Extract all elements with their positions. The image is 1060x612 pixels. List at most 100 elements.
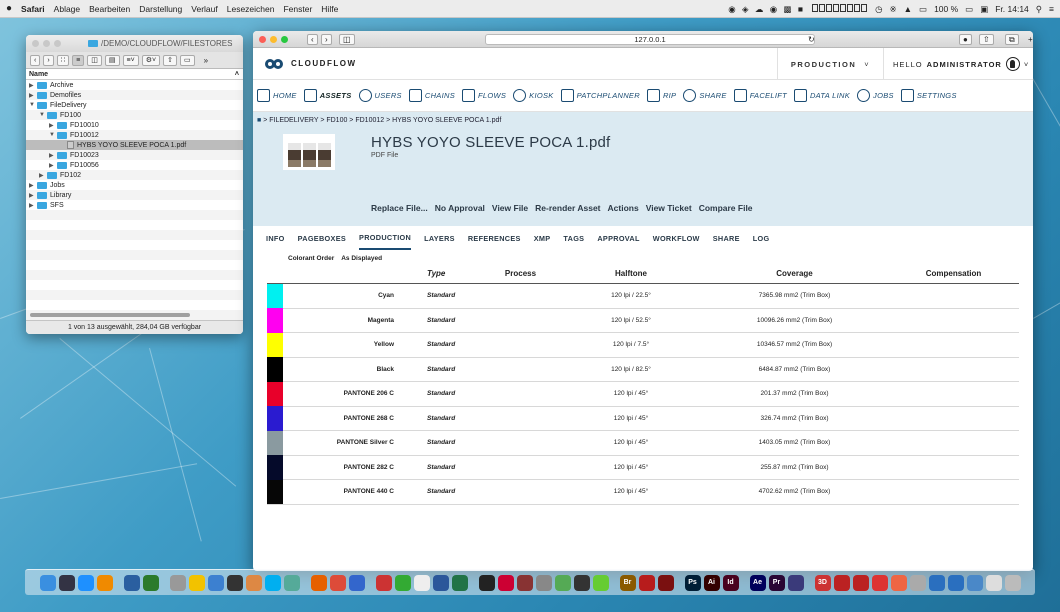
nav-home[interactable]: HOME [257,89,297,102]
forward-button[interactable]: › [321,34,332,45]
menu-safari[interactable]: Safari [21,4,45,14]
list-item[interactable]: ▶ FD10010 [26,120,243,130]
tag-button[interactable]: ▭ [179,54,195,66]
menu-ablage[interactable]: Ablage [54,4,80,14]
word-app[interactable] [432,574,449,591]
airplay-icon[interactable]: ▭ [919,4,927,15]
wifi-icon[interactable]: ▲ [904,4,912,14]
column-view-button[interactable]: ◫ [87,54,102,66]
action-actions[interactable]: Actions [608,203,639,213]
network-app[interactable] [123,574,140,591]
battery-icon[interactable]: ▭ [965,4,973,15]
list-item[interactable]: ▼ FD10012 [26,130,243,140]
premiere-app[interactable]: Pr [768,574,785,591]
globe-app[interactable] [573,574,590,591]
arrange-button[interactable]: ≡˅ [122,54,139,66]
gallery-view-button[interactable]: ▤ [104,54,120,66]
share-button[interactable]: ⇧ [979,34,994,45]
nav-share[interactable]: SHARE [683,89,726,102]
disclosure-closed-icon[interactable]: ▶ [29,182,37,189]
disclosure-open-icon[interactable]: ▼ [39,112,47,118]
skype-app[interactable] [264,574,281,591]
icon-view-button[interactable]: ∷ [56,54,70,66]
disclosure-closed-icon[interactable]: ▶ [49,152,57,159]
pdf-app[interactable] [871,574,888,591]
cloudflow-logo[interactable]: CLOUDFLOW [265,57,357,71]
minimize-button[interactable] [43,40,50,47]
list-view-button[interactable]: ≡ [72,54,85,66]
menu-darstellung[interactable]: Darstellung [139,4,182,14]
table-row[interactable]: PANTONE 206 C Standard 120 lpi / 45° 201.37… [267,381,1019,407]
nav-rip[interactable]: RIP [646,89,676,102]
finder-app[interactable] [39,574,56,591]
disclosure-closed-icon[interactable]: ▶ [29,82,37,89]
list-item[interactable]: ▼ FileDelivery [26,100,243,110]
media-app[interactable] [787,574,804,591]
preview-app[interactable] [966,574,983,591]
remote-app[interactable] [207,574,224,591]
breadcrumb[interactable]: ■ > FILEDELIVERY > FD100 > FD10012 > HYB… [257,117,501,124]
cycle-app[interactable] [226,574,243,591]
firefox-app[interactable] [310,574,327,591]
battery-level[interactable]: 100 % [934,4,958,14]
tab-log[interactable]: LOG [753,226,770,250]
notes-app[interactable] [413,574,430,591]
user-menu[interactable]: HELLO ADMINISTRATOR ˅ [893,48,1029,80]
disclosure-open-icon[interactable]: ▼ [29,102,37,108]
horizontal-scrollbar[interactable] [30,313,190,317]
name-column-header[interactable]: Name ˄ [26,69,243,80]
table-row[interactable]: PANTONE 268 C Standard 120 lpi / 45° 326.74… [267,406,1019,431]
colorant-order-label[interactable]: Colorant Order [288,255,334,262]
avatar[interactable] [1005,57,1020,71]
tabs-button[interactable]: ⧉ [1005,34,1019,45]
filemaker-app[interactable] [375,574,392,591]
nav-kiosk[interactable]: KIOSK [513,89,553,102]
list-item[interactable]: ▶ FD102 [26,170,243,180]
list-item[interactable]: ▶ Jobs [26,180,243,190]
menu-bearbeiten[interactable]: Bearbeiten [89,4,130,14]
table-row[interactable]: PANTONE 440 C Standard 120 lpi / 45° 4702.6… [267,479,1019,505]
docs-app[interactable] [985,574,1002,591]
nav-assets[interactable]: ASSETS [303,89,352,102]
game-app[interactable] [245,574,262,591]
menu-verlauf[interactable]: Verlauf [191,4,217,14]
nav-users[interactable]: USERS [358,89,402,102]
header-process[interactable]: Process [480,269,561,278]
menu-lesezeichen[interactable]: Lesezeichen [227,4,275,14]
zoom-button[interactable] [281,36,288,43]
cf1-app[interactable] [928,574,945,591]
table-row[interactable]: Black Standard 120 lpi / 82.5° 6484.87 mm2 … [267,357,1019,382]
safari-app[interactable] [77,574,94,591]
header-compensation[interactable]: Compensation [888,269,1019,278]
apple-menu-icon[interactable]: ● [6,3,12,14]
acrobat2-app[interactable] [657,574,674,591]
as-displayed-option[interactable]: As Displayed [341,255,382,262]
tab-info[interactable]: INFO [266,226,285,250]
table-row[interactable]: PANTONE 282 C Standard 120 lpi / 45° 255.87… [267,455,1019,480]
notification-center-icon[interactable]: ≡ [1049,4,1054,14]
menu-fenster[interactable]: Fenster [283,4,312,14]
tools-app[interactable] [535,574,552,591]
list-item[interactable]: ▶ Demofiles [26,90,243,100]
header-type[interactable]: Type [396,269,480,278]
list-item[interactable]: ▶ FD10056 [26,160,243,170]
tab-tags[interactable]: TAGS [563,226,584,250]
spotlight-icon[interactable]: ⚲ [1036,4,1042,15]
table-row[interactable]: Magenta Standard 120 lpi / 52.5° 10096.26 m… [267,308,1019,333]
tab-references[interactable]: REFERENCES [468,226,521,250]
tab-share[interactable]: SHARE [713,226,740,250]
x-app[interactable] [497,574,514,591]
action-replace-file[interactable]: Replace File... [371,203,428,213]
orb-app[interactable] [348,574,365,591]
nav-jobs[interactable]: JOBS [857,89,894,102]
illustrator-app[interactable]: Ai [703,574,720,591]
fox-app[interactable] [890,574,907,591]
forward-button[interactable]: › [43,54,54,66]
chat-app[interactable] [283,574,300,591]
header-halftone[interactable]: Halftone [561,269,701,278]
finder-titlebar[interactable]: /DEMO/CLOUDFLOW/FILESTORES [26,35,243,52]
share-button[interactable]: ⇧ [163,54,177,66]
nav-patchplanner[interactable]: PATCHPLANNER [560,89,640,102]
new-tab-button[interactable]: + [1025,34,1033,45]
close-button[interactable] [259,36,266,43]
